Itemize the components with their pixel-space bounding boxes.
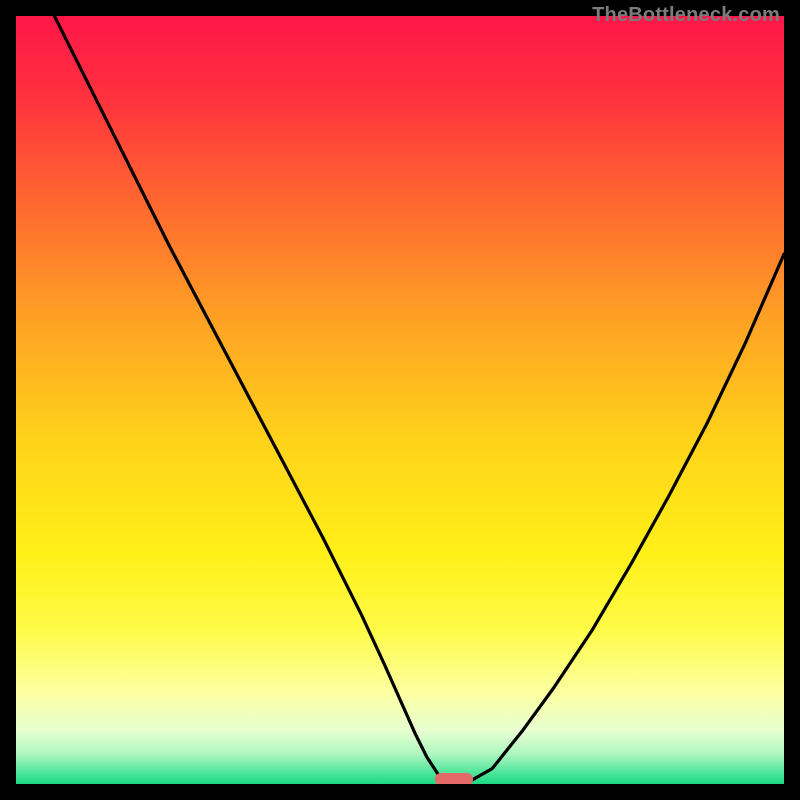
plot-area (16, 16, 784, 784)
bottleneck-curve (16, 16, 784, 784)
chart-frame: TheBottleneck.com (0, 0, 800, 800)
watermark-text: TheBottleneck.com (592, 4, 780, 27)
optimal-match-marker (435, 773, 473, 784)
